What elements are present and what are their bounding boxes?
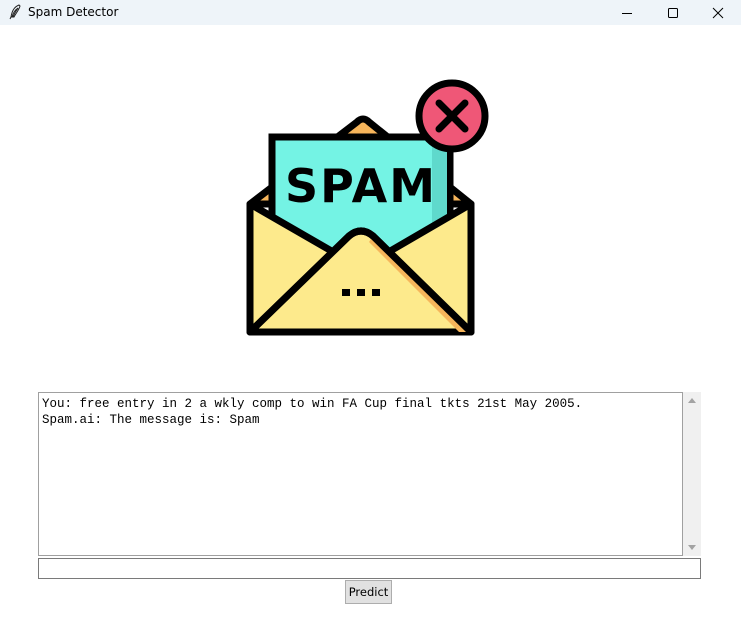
feather-icon bbox=[8, 4, 22, 20]
app-window: Spam Detector SPAM You: free entry in 2 … bbox=[0, 0, 741, 617]
close-button[interactable] bbox=[695, 0, 741, 25]
scroll-down-arrow-icon[interactable] bbox=[683, 540, 701, 556]
title-bar: Spam Detector bbox=[0, 0, 741, 25]
predict-button[interactable]: Predict bbox=[345, 580, 392, 604]
chat-scrollbar[interactable] bbox=[683, 392, 701, 556]
maximize-button[interactable] bbox=[650, 0, 696, 25]
logo-text: SPAM bbox=[285, 159, 437, 213]
message-input[interactable] bbox=[38, 558, 701, 579]
spam-envelope-icon: SPAM bbox=[245, 76, 491, 338]
scroll-up-arrow-icon[interactable] bbox=[683, 392, 701, 408]
close-icon bbox=[712, 7, 724, 18]
chat-log[interactable]: You: free entry in 2 a wkly comp to win … bbox=[38, 392, 683, 556]
maximize-icon bbox=[668, 7, 678, 18]
minimize-button[interactable] bbox=[604, 0, 650, 25]
chat-line-user: You: free entry in 2 a wkly comp to win … bbox=[42, 397, 583, 411]
window-title: Spam Detector bbox=[28, 5, 119, 19]
minimize-icon bbox=[622, 12, 632, 14]
x-circle-icon bbox=[415, 79, 489, 153]
chat-line-bot: Spam.ai: The message is: Spam bbox=[42, 413, 260, 427]
